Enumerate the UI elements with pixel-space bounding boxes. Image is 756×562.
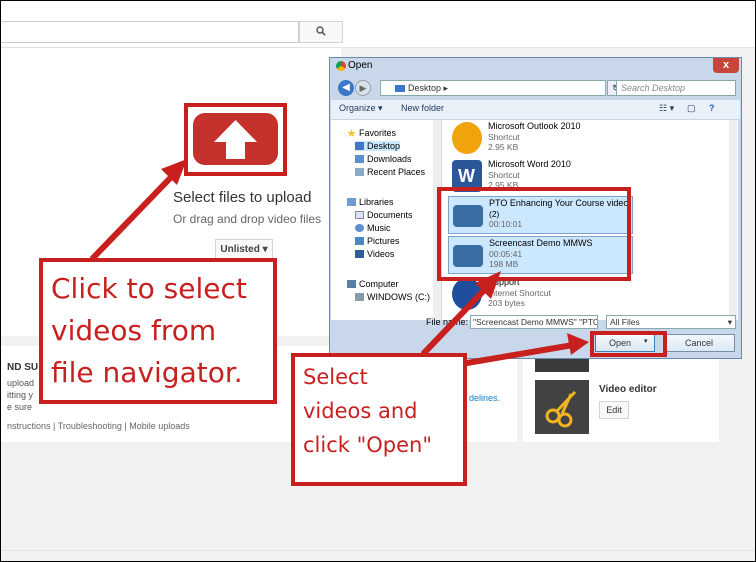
screenshot-frame: Select files to upload Or drag and drop …: [0, 0, 756, 562]
callout-select-videos: Click to select videos from file navigat…: [39, 258, 277, 404]
callout-line: videos from: [51, 314, 217, 347]
callout-line: Click to select: [51, 272, 247, 305]
callout-line: Select: [303, 365, 368, 389]
arrow-to-files: [421, 280, 494, 356]
callout-line: videos and: [303, 399, 418, 423]
arrow-to-upload: [90, 168, 180, 261]
callout-click-open: Select videos and click "Open": [291, 353, 467, 486]
callout-line: file navigator.: [51, 356, 243, 389]
arrow-head: [567, 333, 589, 355]
arrow-to-open: [464, 342, 576, 366]
callout-line: click "Open": [303, 433, 433, 457]
